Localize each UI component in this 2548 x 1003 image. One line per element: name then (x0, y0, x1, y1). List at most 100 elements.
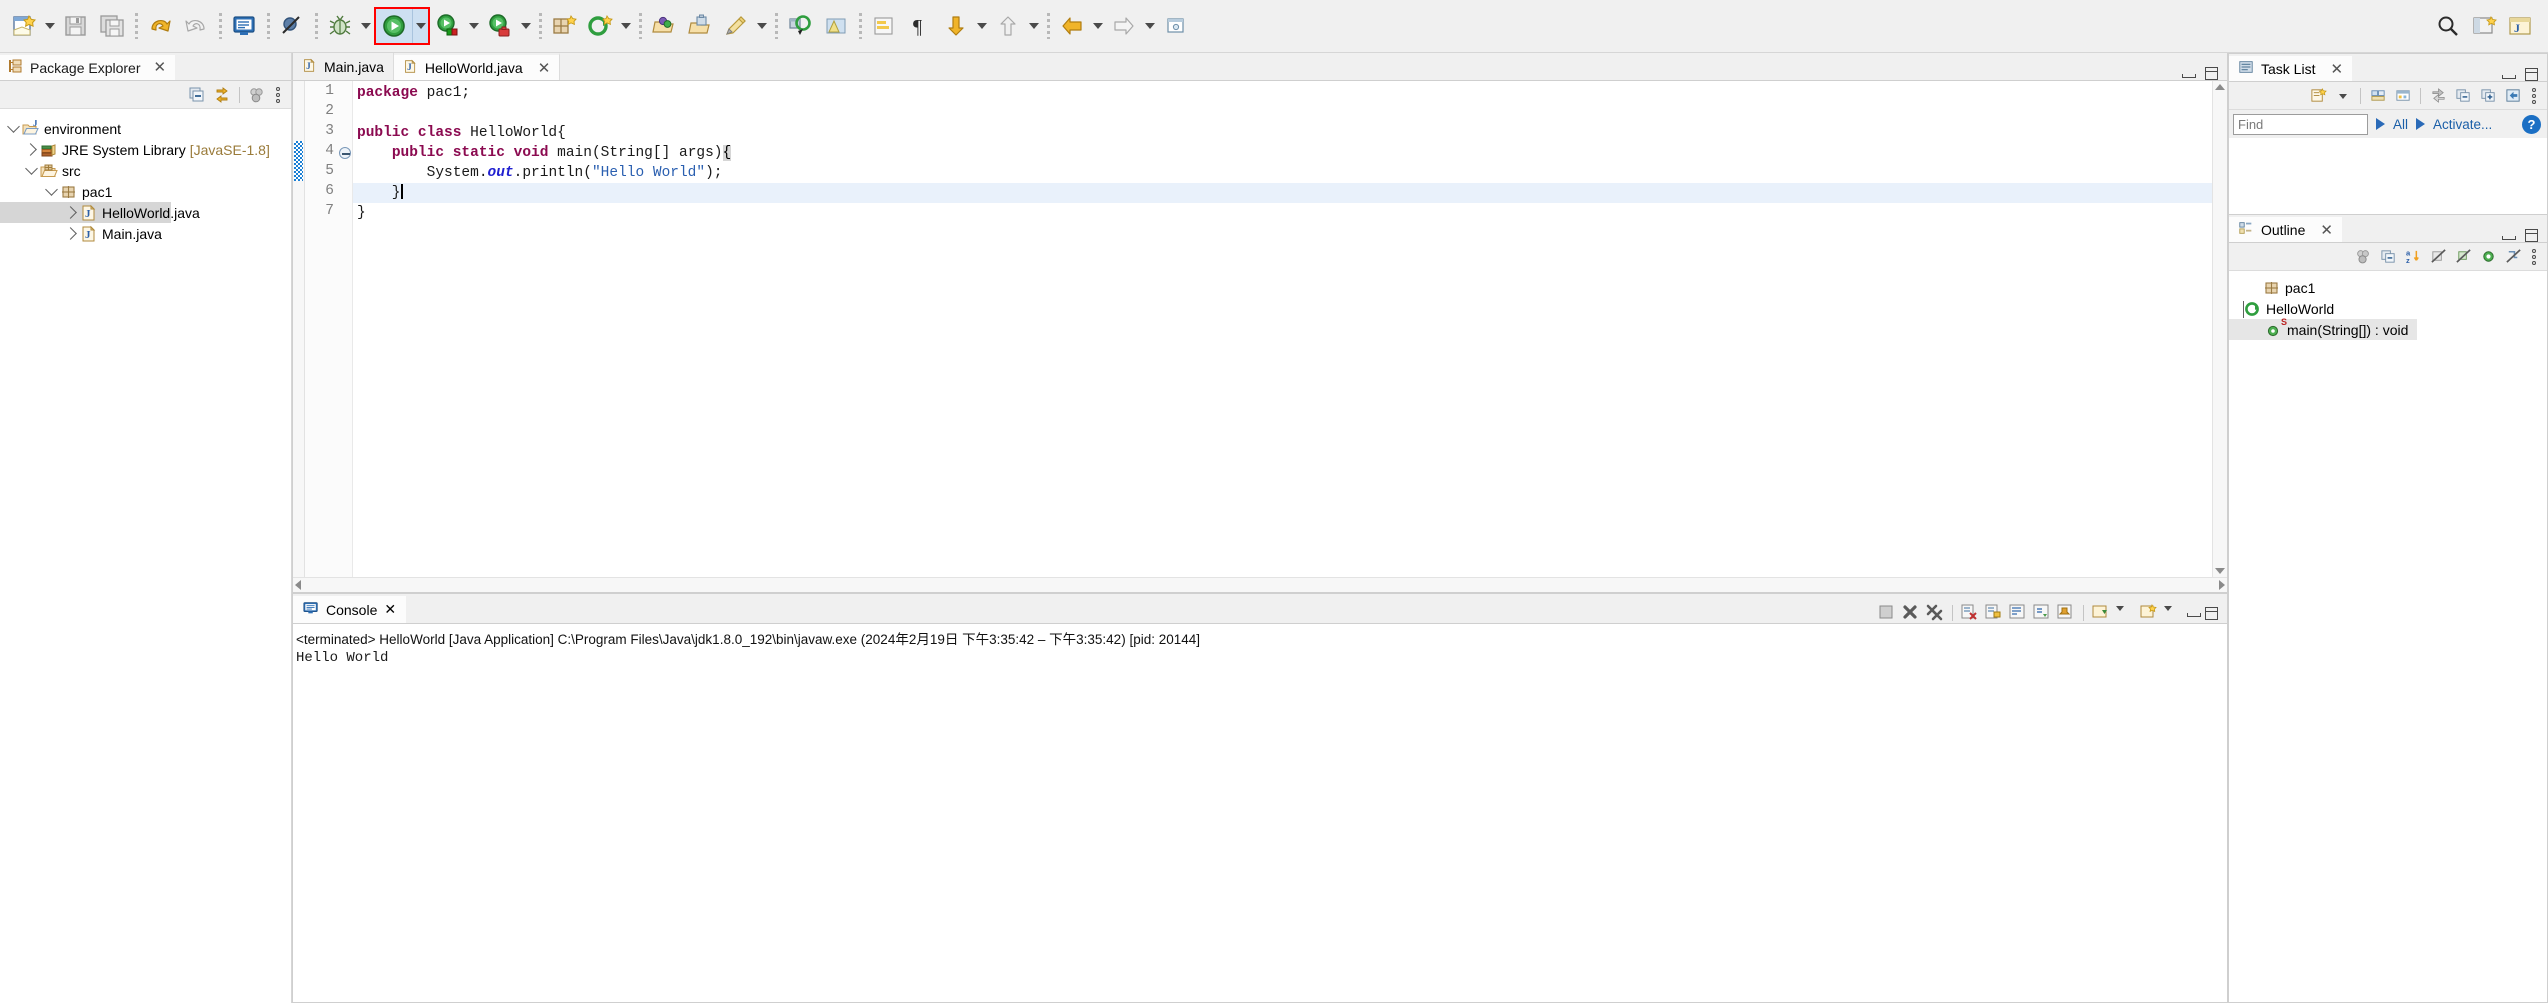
folding-ruler[interactable] (337, 81, 353, 577)
synchronize-icon[interactable] (2427, 85, 2449, 107)
forward-history-button[interactable] (1106, 8, 1142, 44)
outline-item-main-method[interactable]: S main(String[]) : void (2229, 317, 2417, 340)
annotation-button[interactable] (718, 8, 754, 44)
maximize-icon[interactable] (2525, 68, 2538, 81)
task-list-body[interactable] (2229, 138, 2547, 214)
chevron-down-icon[interactable] (22, 162, 40, 180)
scroll-left-arrow-icon[interactable] (295, 580, 301, 590)
collapse-method-icon[interactable] (339, 147, 351, 159)
scroll-down-arrow-icon[interactable] (2215, 568, 2225, 574)
tab-outline[interactable]: Outline ✕ (2229, 215, 2342, 242)
chevron-down-icon[interactable] (2163, 603, 2183, 623)
new-wizard-dropdown-arrow[interactable] (42, 8, 58, 44)
remove-all-terminated-icon[interactable] (1925, 603, 1945, 623)
close-icon[interactable]: ✕ (154, 60, 167, 75)
new-java-package-button[interactable] (546, 8, 582, 44)
external-tools-dropdown-arrow[interactable] (518, 8, 534, 44)
code-text[interactable]: package pac1; public class HelloWorld{ p… (353, 81, 2212, 577)
focus-task-button[interactable] (246, 84, 268, 106)
run-button[interactable] (376, 9, 412, 43)
chevron-down-icon[interactable] (4, 120, 22, 138)
annotation-dropdown-arrow[interactable] (754, 8, 770, 44)
run-filter-icon[interactable] (2376, 118, 2385, 130)
show-whitespace-button[interactable]: ¶ (902, 8, 938, 44)
debug-button[interactable] (322, 8, 358, 44)
new-task-icon[interactable] (2307, 85, 2329, 107)
toggle-mark-occurrences-button[interactable] (866, 8, 902, 44)
collapse-all-button[interactable] (186, 84, 208, 106)
view-menu-dots-icon[interactable] (2527, 85, 2541, 107)
chevron-down-icon[interactable] (2115, 603, 2135, 623)
chevron-down-icon[interactable] (42, 183, 60, 201)
chevron-down-icon[interactable] (2332, 85, 2354, 107)
console-output[interactable]: Hello World (293, 650, 2227, 1002)
hide-fields-icon[interactable] (2427, 246, 2449, 268)
maximize-icon[interactable] (2205, 67, 2218, 80)
open-type-button[interactable] (646, 8, 682, 44)
maximize-icon[interactable] (2205, 606, 2218, 620)
restore-tasks-icon[interactable] (2502, 85, 2524, 107)
editor-vertical-scrollbar[interactable] (2212, 81, 2227, 577)
tab-task-list[interactable]: Task List ✕ (2229, 54, 2353, 81)
categorize-icon[interactable] (2367, 85, 2389, 107)
scroll-right-arrow-icon[interactable] (2219, 580, 2225, 590)
minimize-icon[interactable] (2502, 69, 2516, 81)
quick-access-search-button[interactable] (2430, 8, 2466, 44)
word-wrap-icon[interactable] (2008, 603, 2028, 623)
next-edit-button[interactable] (938, 8, 974, 44)
coverage-button[interactable] (430, 8, 466, 44)
skip-breakpoints-button[interactable] (274, 8, 310, 44)
next-annotation-button[interactable] (818, 8, 854, 44)
help-icon[interactable]: ? (2522, 114, 2541, 134)
run-dropdown-arrow[interactable] (412, 9, 428, 43)
back-history-button[interactable] (1054, 8, 1090, 44)
open-terminal-button[interactable] (226, 8, 262, 44)
collapse-all-icon[interactable] (2377, 246, 2399, 268)
previous-edit-button[interactable] (990, 8, 1026, 44)
back-history-dropdown-arrow[interactable] (1090, 8, 1106, 44)
tab-helloworld-java[interactable]: J HelloWorld.java ✕ (393, 53, 561, 80)
view-menu-dots-icon[interactable] (2527, 246, 2541, 268)
clear-console-icon[interactable] (1960, 603, 1980, 623)
forward-history-dropdown-arrow[interactable] (1142, 8, 1158, 44)
tree-item-helloworld-java[interactable]: J HelloWorld.java (0, 202, 200, 223)
tree-item-jre-system-library[interactable]: JRE System Library [JavaSE-1.8] (0, 139, 291, 160)
hide-static-icon[interactable] (2452, 246, 2474, 268)
external-tools-button[interactable] (482, 8, 518, 44)
activate-icon[interactable] (2416, 118, 2426, 130)
find-input[interactable]: Find (2233, 113, 2368, 135)
maximize-icon[interactable] (2525, 229, 2538, 242)
workweek-icon[interactable] (2392, 85, 2414, 107)
scroll-lock-icon[interactable] (1984, 603, 2004, 623)
close-icon[interactable]: ✕ (2330, 60, 2343, 78)
show-on-output-icon[interactable] (2032, 603, 2052, 623)
minimize-icon[interactable] (2182, 68, 2196, 80)
code-editor[interactable]: 1 2 3 4 5 6 7 package pac1; public class… (293, 81, 2227, 577)
activate-link[interactable]: Activate... (2433, 117, 2492, 132)
save-button[interactable] (58, 8, 94, 44)
hide-nonpublic-icon[interactable] (2477, 246, 2499, 268)
terminate-grey-icon[interactable] (1877, 603, 1897, 623)
debug-dropdown-arrow[interactable] (358, 8, 374, 44)
search-references-button[interactable] (782, 8, 818, 44)
minimize-icon[interactable] (2187, 607, 2201, 619)
scroll-up-arrow-icon[interactable] (2215, 84, 2225, 90)
chevron-right-icon[interactable] (62, 225, 80, 243)
new-java-class-button[interactable] (582, 8, 618, 44)
new-console-icon[interactable] (2139, 603, 2159, 623)
link-editor-button[interactable] (211, 84, 233, 106)
previous-edit-dropdown-arrow[interactable] (1026, 8, 1042, 44)
hide-local-types-icon[interactable] (2502, 246, 2524, 268)
display-selected-console-icon[interactable] (2091, 603, 2111, 623)
terminate-red-x-icon[interactable] (1901, 603, 1921, 623)
tab-console[interactable]: Console ✕ (293, 594, 407, 623)
pin-console-icon[interactable] (2056, 603, 2076, 623)
redo-button[interactable] (178, 8, 214, 44)
new-wizard-button[interactable] (6, 8, 42, 44)
all-filter-link[interactable]: All (2393, 117, 2408, 132)
pin-editor-button[interactable] (1158, 8, 1194, 44)
tab-main-java[interactable]: J Main.java (293, 53, 394, 80)
close-icon[interactable]: ✕ (384, 601, 396, 618)
minimize-icon[interactable] (2502, 230, 2516, 242)
tree-item-environment[interactable]: J environment (0, 118, 291, 139)
